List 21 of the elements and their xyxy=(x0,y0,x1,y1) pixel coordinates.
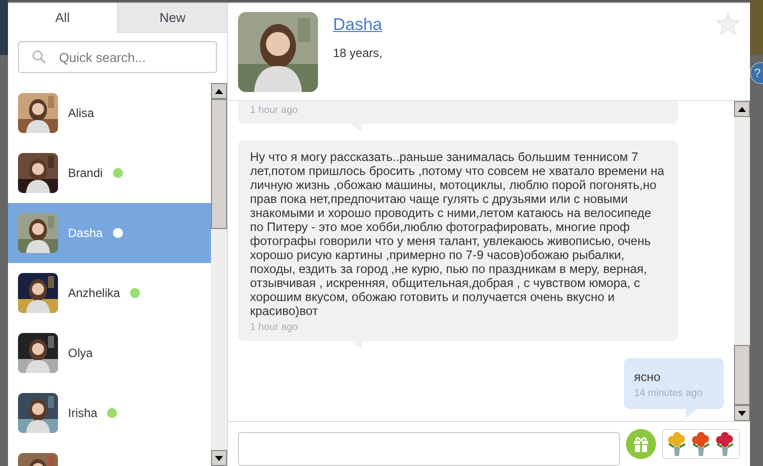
message-time: 14 minutes ago xyxy=(634,387,704,401)
contact-item[interactable]: Brandi xyxy=(8,143,211,203)
age-text: 18 years, xyxy=(333,44,384,62)
contact-name: Dasha xyxy=(68,225,103,242)
contact-name: Alisa xyxy=(68,105,94,122)
help-button[interactable]: ? xyxy=(750,62,763,84)
contact-name: Anzhelika xyxy=(68,285,120,302)
contact-item[interactable]: Irisha xyxy=(8,383,211,443)
contact-item[interactable]: Olya xyxy=(8,323,211,383)
contact-name: Olya xyxy=(68,345,93,362)
contact-name: Brandi xyxy=(68,165,103,182)
tab[interactable]: New xyxy=(117,3,227,33)
message-time: 1 hour ago xyxy=(250,104,299,118)
contact-item[interactable]: Anzhelika xyxy=(8,263,211,323)
contact-item[interactable]: Alisa xyxy=(8,83,211,143)
contact-name: Irisha xyxy=(68,405,98,422)
message-time: 1 hour ago xyxy=(250,321,299,335)
profile-name-link[interactable]: Dasha xyxy=(333,12,701,38)
message-text: Ну что я могу рассказать..раньше занималась большим теннисом 7 лет,потом пришлось бросить ,потому что совсем не хватало времени на личную жизнь ,обожаю машины, мотоциклы, люблю порой погонять,но прав пока нет,предпочитаю чаще гулять с друзьями или с новыми знакомыми и хорошо проводить с ними,летом катаюсь на велосипеде по Питеру - это мое хобби,люблю фотографировать, многие проф фотографы говорили что у меня талант, увлекаюсь живописью, очень хорошо рисую картины ,примерно по 7-9 часов)обожаю рыбалки, походы, ездить за город ,не курю, пью по праздникам в меру, верная, отзывчивая , искренняя, общительная,добрая , с чувством юмора, с хорошим вкусом, обожаю готовить и получается очень вкусно и красиво)вот xyxy=(250,150,666,318)
search-field[interactable]: Quick search... xyxy=(18,41,217,73)
message-text: ясно xyxy=(634,370,662,384)
